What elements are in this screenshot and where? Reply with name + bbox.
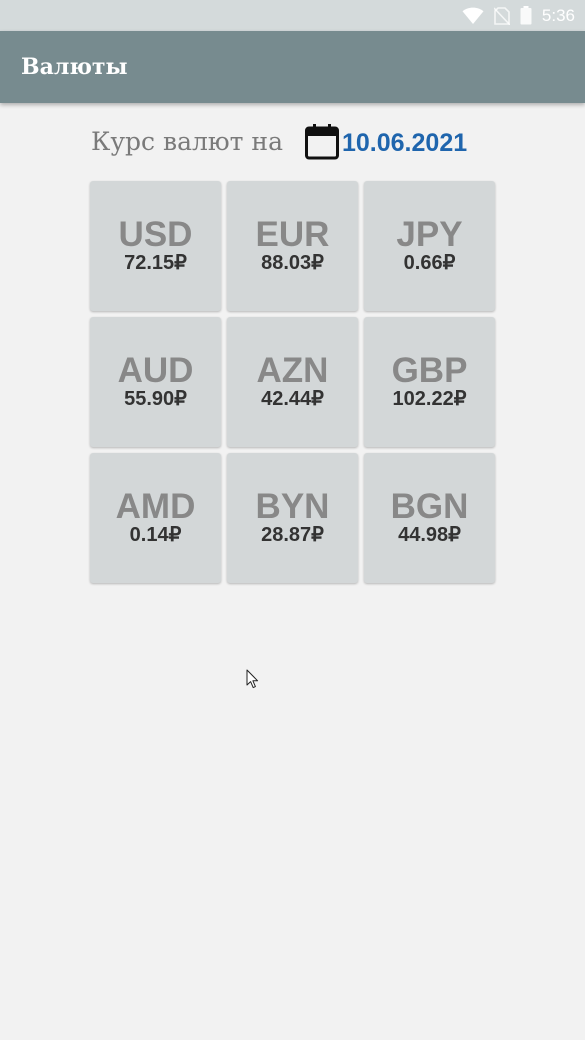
currency-rate: 28.87₽ [261, 524, 324, 546]
currency-rate: 44.98₽ [398, 524, 461, 546]
currency-code: BGN [390, 487, 469, 526]
currency-tile-gbp[interactable]: GBP 102.22₽ [364, 317, 495, 447]
currency-rate: 0.66₽ [403, 252, 456, 274]
currency-code: BYN [255, 487, 330, 526]
currency-code: JPY [396, 215, 463, 254]
currency-tile-usd[interactable]: USD 72.15₽ [90, 181, 221, 311]
calendar-icon[interactable] [304, 124, 340, 160]
mouse-pointer-icon [246, 669, 260, 689]
currency-rate: 88.03₽ [261, 252, 324, 274]
app-title: Валюты [21, 54, 128, 80]
currency-tile-bgn[interactable]: BGN 44.98₽ [364, 453, 495, 583]
currency-tile-aud[interactable]: AUD 55.90₽ [90, 317, 221, 447]
currency-tile-byn[interactable]: BYN 28.87₽ [227, 453, 358, 583]
currency-rate: 42.44₽ [261, 388, 324, 410]
app-bar: Валюты [0, 31, 585, 103]
currency-rate: 55.90₽ [124, 388, 187, 410]
currency-code: EUR [255, 215, 330, 254]
currency-grid: USD 72.15₽ EUR 88.03₽ JPY 0.66₽ AUD 55.9… [90, 181, 495, 584]
currency-tile-eur[interactable]: EUR 88.03₽ [227, 181, 358, 311]
battery-icon [520, 6, 532, 25]
currency-code: AUD [117, 351, 194, 390]
currency-code: USD [118, 215, 193, 254]
currency-rate: 102.22₽ [392, 388, 467, 410]
status-icons: 5:36 [462, 0, 575, 31]
currency-tile-azn[interactable]: AZN 42.44₽ [227, 317, 358, 447]
no-sim-icon [493, 6, 510, 25]
currency-screen: 5:36 Валюты Курс валют на 10.06.2021 USD… [0, 0, 585, 1040]
status-bar: 5:36 [0, 0, 585, 31]
currency-tile-amd[interactable]: AMD 0.14₽ [90, 453, 221, 583]
currency-code: GBP [391, 351, 468, 390]
date-label: Курс валют на [91, 127, 283, 156]
currency-tile-jpy[interactable]: JPY 0.66₽ [364, 181, 495, 311]
currency-rate: 0.14₽ [129, 524, 182, 546]
date-picker-value[interactable]: 10.06.2021 [342, 124, 467, 162]
currency-code: AMD [115, 487, 196, 526]
status-time: 5:36 [541, 5, 575, 25]
wifi-icon [462, 7, 484, 25]
currency-rate: 72.15₽ [124, 252, 187, 274]
currency-code: AZN [256, 351, 329, 390]
